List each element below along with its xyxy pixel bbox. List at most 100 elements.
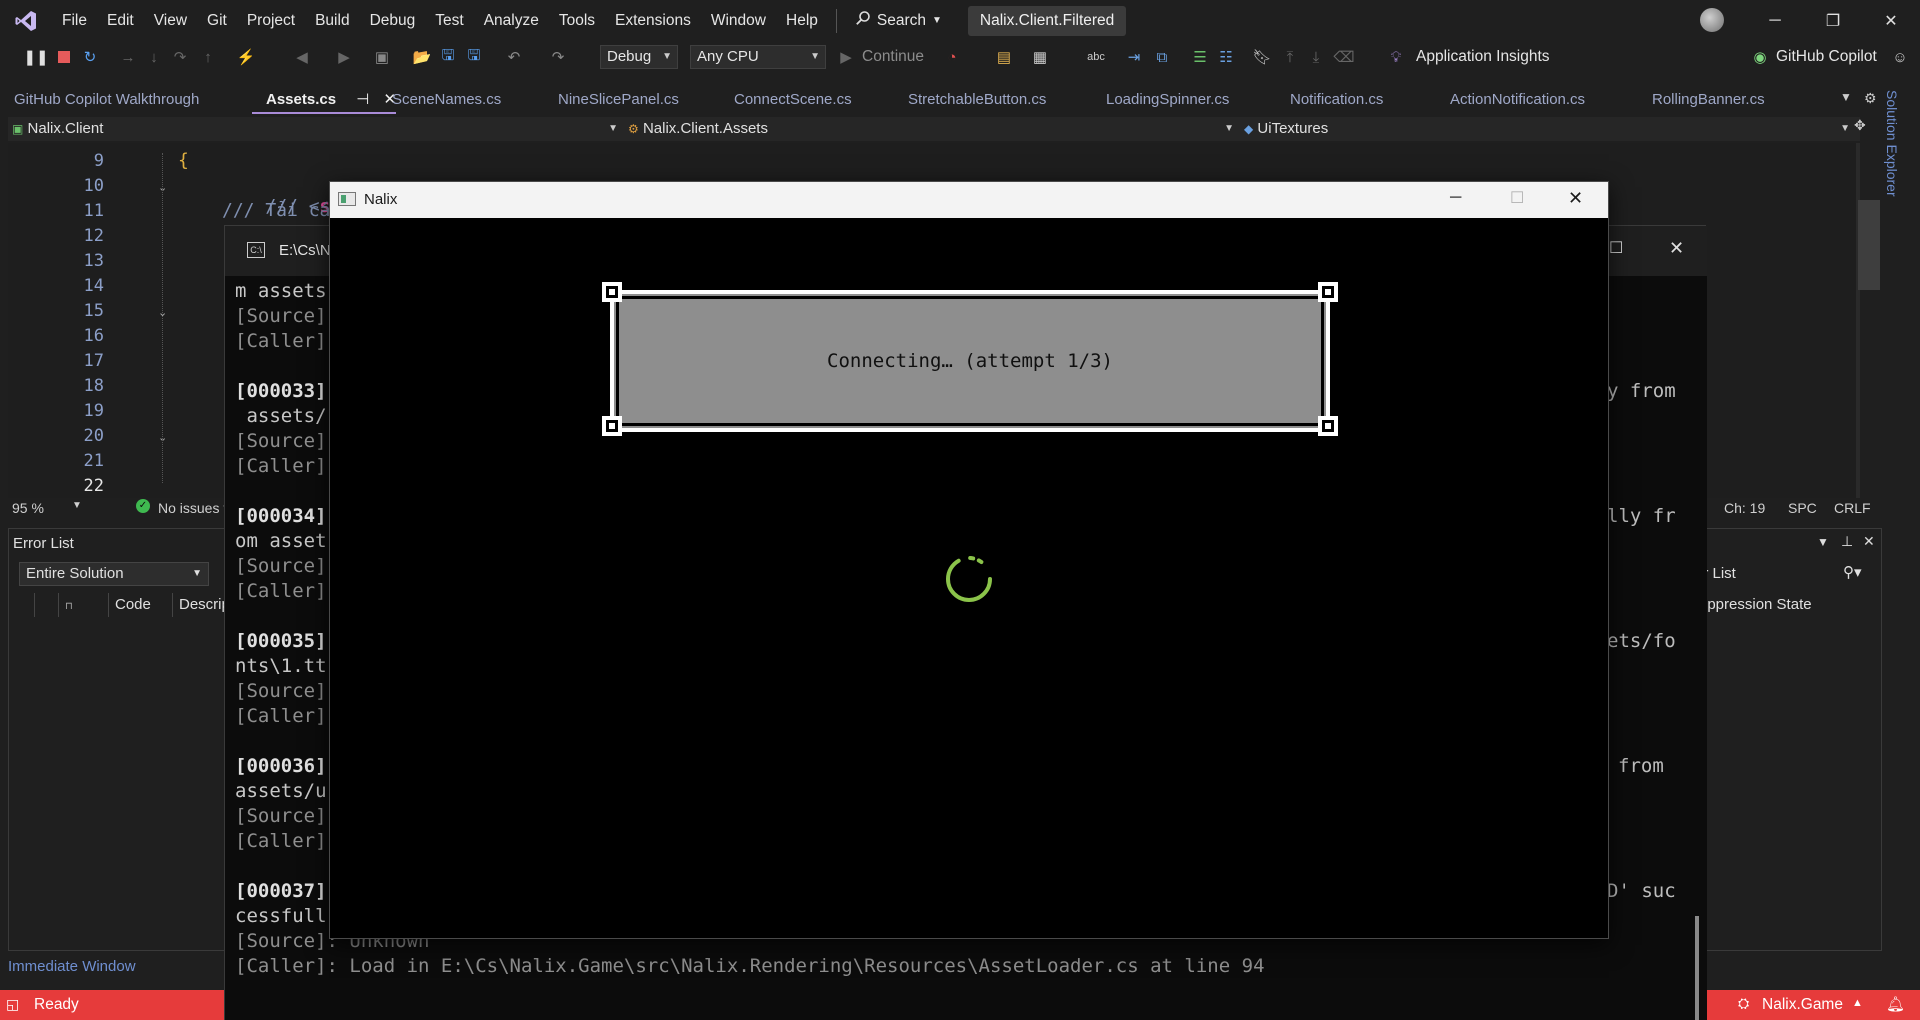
step-over-icon[interactable]: ↷ xyxy=(170,47,190,67)
pin-icon[interactable]: ⊥ xyxy=(1841,533,1853,550)
startup-project[interactable]: Nalix.Game xyxy=(1762,996,1843,1014)
menu-edit[interactable]: Edit xyxy=(97,0,144,41)
tab-loadingspinner-cs[interactable]: LoadingSpinner.cs xyxy=(1092,86,1229,114)
menu-tools[interactable]: Tools xyxy=(549,0,605,41)
layout-icon[interactable]: ▦ xyxy=(1030,47,1050,67)
continue-button[interactable]: Continue xyxy=(862,45,924,69)
github-copilot-button[interactable]: GitHub Copilot xyxy=(1776,45,1877,69)
close-panel-icon[interactable]: ✕ xyxy=(1863,533,1875,550)
window-tools-icon[interactable]: ⧉ xyxy=(1152,47,1172,67)
editor-scrollbar[interactable] xyxy=(1856,143,1860,498)
pin-icon[interactable]: ⊣ xyxy=(356,91,369,108)
menu-git[interactable]: Git xyxy=(197,0,237,41)
tab-notification-cs[interactable]: Notification.cs xyxy=(1276,86,1383,114)
zoom-level[interactable]: 95 % xyxy=(12,500,44,516)
column-project[interactable] xyxy=(35,593,59,617)
maximize-icon[interactable]: ☐ xyxy=(1609,238,1623,258)
tab-overflow-icon[interactable]: ▼ xyxy=(1840,90,1852,104)
chevron-up-icon[interactable]: ▲ xyxy=(1852,997,1863,1009)
menu-project[interactable]: Project xyxy=(237,0,305,41)
member-navigation-select[interactable]: ◆ UiTextures ▼ xyxy=(1244,117,1856,141)
tab-nineslicepanel-cs[interactable]: NineSlicePanel.cs xyxy=(544,86,679,114)
line-ending[interactable]: CRLF xyxy=(1834,500,1871,516)
nalix-game-window[interactable]: Nalix ─ ☐ ✕ Connecting… (attempt 1/3) xyxy=(329,181,1609,939)
uncomment-icon[interactable]: ☷ xyxy=(1216,47,1236,67)
next-bookmark-icon[interactable]: ⤓ xyxy=(1306,47,1326,67)
menu-test[interactable]: Test xyxy=(425,0,473,41)
menu-extensions[interactable]: Extensions xyxy=(605,0,701,41)
search-icon[interactable]: ⚲▾ xyxy=(1843,563,1862,581)
close-icon[interactable]: ✕ xyxy=(1862,0,1920,41)
solution-configuration-select[interactable]: Debug ▼ xyxy=(600,45,678,69)
save-all-icon[interactable]: 🖫 xyxy=(464,47,484,67)
minimize-icon[interactable]: ─ xyxy=(1746,0,1804,41)
navigate-forward-icon[interactable]: ▶ xyxy=(334,47,354,67)
pause-icon[interactable]: ❚❚ xyxy=(23,47,48,67)
clear-bookmarks-icon[interactable]: ⌫ xyxy=(1333,47,1354,67)
column-code[interactable]: Code xyxy=(109,593,173,617)
search-button[interactable]: Search ▼ xyxy=(845,0,952,41)
spell-check-icon[interactable]: abc xyxy=(1086,47,1106,67)
solution-platform-select[interactable]: Any CPU ▼ xyxy=(690,45,826,69)
bell-icon[interactable]: 🔔︎ xyxy=(1886,995,1905,1013)
previous-bookmark-icon[interactable]: ⤒ xyxy=(1280,47,1300,67)
tab-actionnotification-cs[interactable]: ActionNotification.cs xyxy=(1436,86,1585,114)
tab-github-copilot-walkthrough[interactable]: GitHub Copilot Walkthrough xyxy=(0,86,199,114)
save-icon[interactable]: 🖫 xyxy=(438,47,458,67)
feedback-icon[interactable]: ☺ xyxy=(1890,47,1910,67)
column-filter[interactable]: ⊓ xyxy=(59,593,109,617)
notification-icon[interactable]: ◱ xyxy=(6,996,19,1013)
menu-file[interactable]: File xyxy=(52,0,97,41)
project-navigation-select[interactable]: ▣ Nalix.Client ▼ xyxy=(12,117,624,141)
menu-build[interactable]: Build xyxy=(305,0,359,41)
open-folder-icon[interactable]: 📂 xyxy=(412,47,432,67)
application-insights-button[interactable]: Application Insights xyxy=(1416,45,1550,69)
cursor-position[interactable]: Ch: 19 xyxy=(1724,500,1765,516)
lightbulb-icon[interactable]: 💡︎ xyxy=(1386,47,1406,67)
close-icon[interactable]: ✕ xyxy=(1669,238,1684,259)
maximize-icon[interactable]: ☐ xyxy=(1510,188,1524,208)
column-suppression-state[interactable]: uppression State xyxy=(1699,593,1812,617)
error-scope-select[interactable]: Entire Solution ▼ xyxy=(19,562,209,586)
continue-play-icon[interactable]: ▶ xyxy=(836,47,856,67)
profiler-icon[interactable]: ◔ xyxy=(942,47,962,67)
gear-icon[interactable]: ⚙ xyxy=(1864,90,1877,107)
chevron-down-icon[interactable]: ▼ xyxy=(72,500,82,511)
nalix-game-canvas[interactable]: Connecting… (attempt 1/3) xyxy=(330,218,1608,938)
format-icon[interactable]: ☰ xyxy=(1190,47,1210,67)
avatar[interactable] xyxy=(1700,8,1724,32)
menu-help[interactable]: Help xyxy=(776,0,828,41)
undo-icon[interactable]: ↶ xyxy=(504,47,524,67)
stop-icon[interactable] xyxy=(54,47,74,67)
tab-assets-cs[interactable]: Assets.cs ⊣ ✕ xyxy=(252,86,397,114)
panel-options-icon[interactable]: ▼ xyxy=(1817,535,1829,549)
visual-studio-logo-icon[interactable] xyxy=(0,0,52,41)
explorer-icon[interactable]: ▤ xyxy=(994,47,1014,67)
tab-stretchablebutton-cs[interactable]: StretchableButton.cs xyxy=(894,86,1046,114)
column-error-type[interactable] xyxy=(9,593,35,617)
hot-reload-icon[interactable]: ⚡ xyxy=(236,47,256,67)
tab-rollingbanner-cs[interactable]: RollingBanner.cs xyxy=(1638,86,1765,114)
issues-indicator[interactable]: No issues f xyxy=(158,500,227,516)
tab-scenenames-cs[interactable]: SceneNames.cs xyxy=(378,86,501,114)
menu-view[interactable]: View xyxy=(144,0,197,41)
immediate-window-tab[interactable]: Immediate Window xyxy=(8,958,136,975)
copilot-icon[interactable]: ◉ xyxy=(1750,47,1770,67)
bookmark-icon[interactable]: 🔖︎ xyxy=(1252,47,1272,67)
menu-analyze[interactable]: Analyze xyxy=(474,0,549,41)
new-item-icon[interactable]: ▣ xyxy=(372,47,392,67)
tab-connectscene-cs[interactable]: ConnectScene.cs xyxy=(720,86,852,114)
nalix-titlebar[interactable]: Nalix ─ ☐ ✕ xyxy=(330,182,1608,218)
close-icon[interactable]: ✕ xyxy=(1568,188,1583,209)
step-out-icon[interactable]: ↑ xyxy=(198,47,218,67)
menu-debug[interactable]: Debug xyxy=(360,0,426,41)
solution-explorer-tab[interactable]: Solution Explorer xyxy=(1884,90,1900,197)
navigate-back-icon[interactable]: ◀ xyxy=(292,47,312,67)
restore-icon[interactable]: ❐ xyxy=(1804,0,1862,41)
whitespace-mode[interactable]: SPC xyxy=(1788,500,1817,516)
menu-window[interactable]: Window xyxy=(701,0,776,41)
step-into-icon[interactable]: ↓ xyxy=(144,47,164,67)
editor-scrollbar-thumb[interactable] xyxy=(1858,200,1880,290)
console-scrollbar-thumb[interactable] xyxy=(1695,916,1699,1020)
breakpoint-tools-icon[interactable]: ⇥ xyxy=(1124,47,1144,67)
